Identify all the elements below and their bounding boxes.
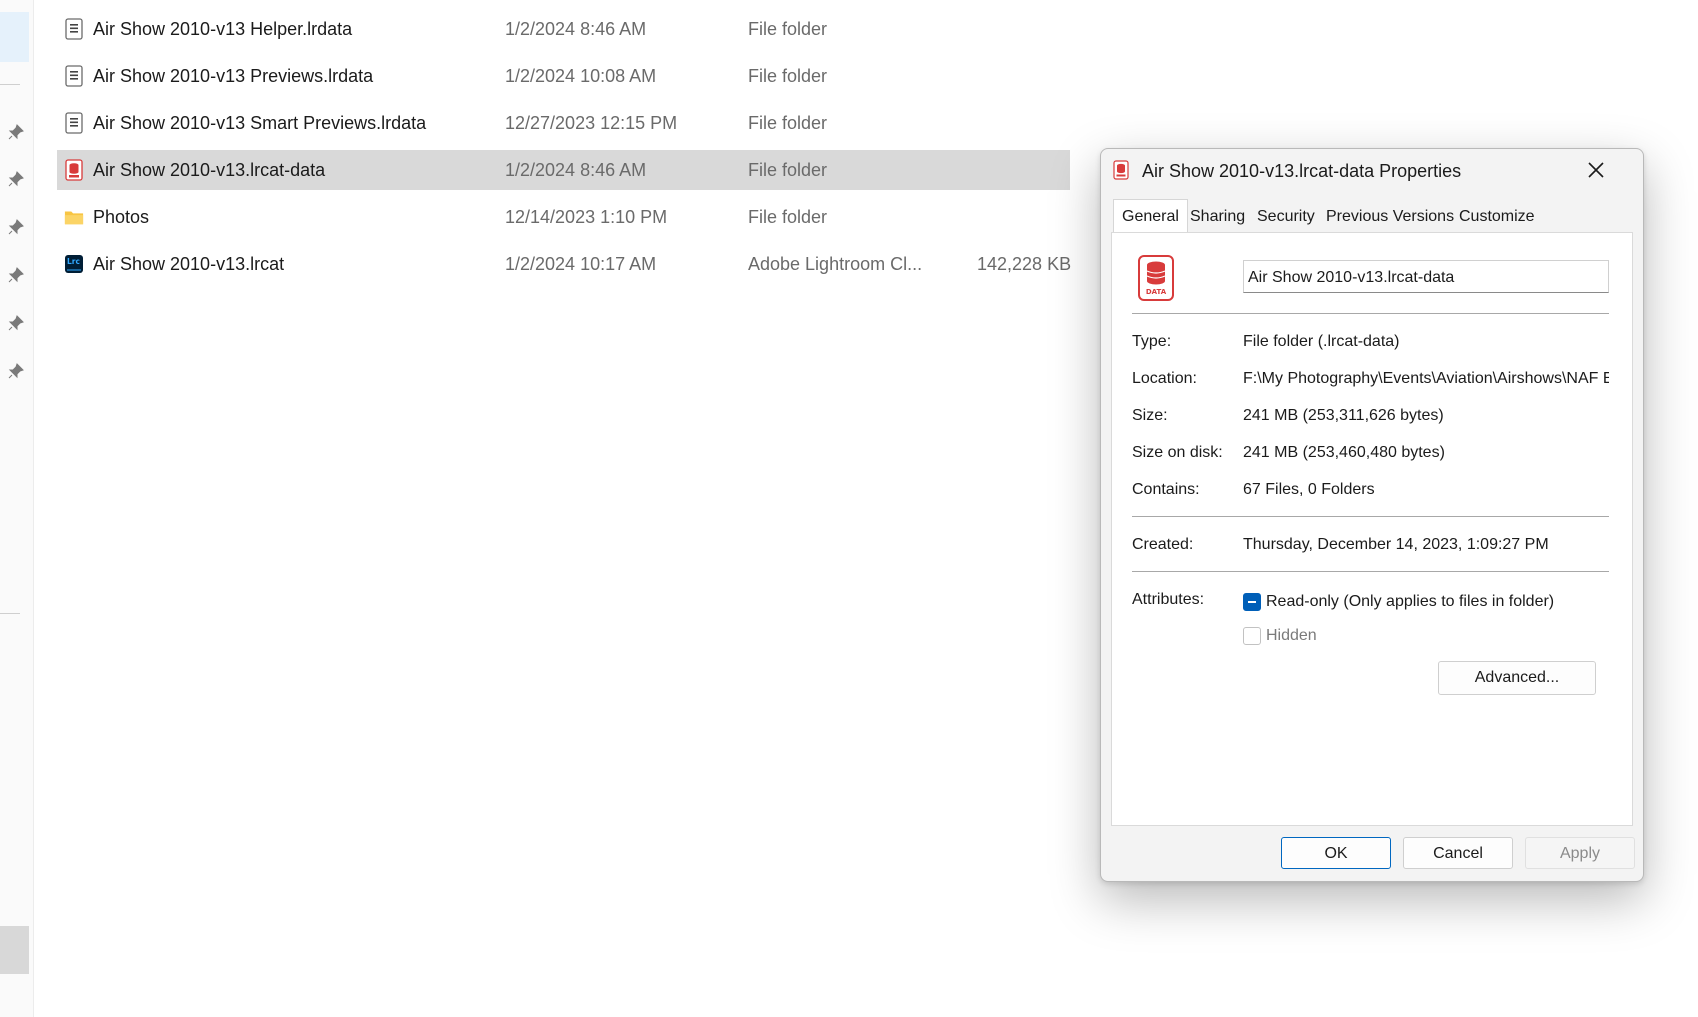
general-panel: DATA Air Show 2010-v13.lrcat-data Type: … [1111, 232, 1633, 826]
data-icon [65, 159, 83, 181]
file-type: File folder [748, 19, 828, 39]
contains-label: Contains: [1132, 481, 1200, 498]
file-row[interactable]: Air Show 2010-v13 Smart Previews.lrdata … [57, 103, 1070, 143]
file-date: 12/14/2023 1:10 PM [505, 207, 668, 227]
nav-divider [0, 84, 20, 85]
tab-previous-versions[interactable]: Previous Versions [1318, 202, 1462, 232]
size-label: Size: [1132, 407, 1168, 424]
file-name: Air Show 2010-v13.lrcat [93, 254, 285, 274]
file-name: Air Show 2010-v13.lrcat-data [93, 160, 326, 180]
file-type: File folder [748, 207, 828, 227]
readonly-label[interactable]: Read-only (Only applies to files in fold… [1266, 593, 1554, 611]
file-name: Air Show 2010-v13 Helper.lrdata [93, 19, 353, 39]
folder-name-field[interactable]: Air Show 2010-v13.lrcat-data [1243, 260, 1609, 293]
size-value: 241 MB (253,311,626 bytes) [1243, 407, 1444, 424]
file-row[interactable]: Air Show 2010-v13 Helper.lrdata 1/2/2024… [57, 9, 1070, 49]
navigation-pane [0, 0, 34, 1017]
file-date: 1/2/2024 10:08 AM [505, 66, 657, 86]
file-row-selected[interactable]: Air Show 2010-v13.lrcat-data 1/2/2024 8:… [57, 150, 1070, 190]
type-value: File folder (.lrcat-data) [1243, 333, 1400, 350]
close-icon[interactable] [1585, 159, 1607, 181]
file-name: Air Show 2010-v13 Smart Previews.lrdata [93, 113, 427, 133]
file-date: 1/2/2024 10:17 AM [505, 254, 657, 274]
pin-icon[interactable] [8, 267, 24, 283]
lightroom-icon: Lrc [65, 255, 83, 273]
location-value: F:\My Photography\Events\Aviation\Airsho… [1243, 370, 1609, 387]
pin-icon[interactable] [8, 171, 24, 187]
file-type: File folder [748, 160, 828, 180]
divider [1132, 313, 1609, 314]
created-value: Thursday, December 14, 2023, 1:09:27 PM [1243, 536, 1549, 553]
created-label: Created: [1132, 536, 1194, 553]
nav-divider [0, 613, 20, 614]
file-row[interactable]: Photos 12/14/2023 1:10 PM File folder [57, 197, 1070, 237]
file-date: 1/2/2024 8:46 AM [505, 19, 647, 39]
tab-customize[interactable]: Customize [1451, 202, 1543, 232]
file-size: 142,228 KB [977, 254, 1072, 274]
advanced-button[interactable]: Advanced... [1438, 661, 1596, 695]
size-on-disk-label: Size on disk: [1132, 444, 1223, 461]
location-label: Location: [1132, 370, 1197, 387]
data-icon: DATA [1138, 255, 1174, 301]
folder-icon [64, 211, 84, 225]
attributes-label: Attributes: [1132, 591, 1205, 608]
file-row[interactable]: Air Show 2010-v13 Previews.lrdata 1/2/20… [57, 56, 1070, 96]
nav-selected-item[interactable] [0, 12, 29, 62]
svg-text:Lrc: Lrc [67, 257, 80, 266]
tab-security[interactable]: Security [1249, 202, 1323, 232]
svg-text:DATA: DATA [1146, 288, 1167, 296]
tab-strip: General Sharing Security Previous Versio… [1111, 199, 1631, 233]
hidden-checkbox[interactable] [1243, 627, 1261, 645]
file-date: 1/2/2024 8:46 AM [505, 160, 647, 180]
readonly-checkbox[interactable] [1243, 593, 1261, 611]
dialog-title: Air Show 2010-v13.lrcat-data Properties [1142, 161, 1462, 181]
lrdata-icon [65, 112, 83, 134]
divider [1132, 571, 1609, 572]
file-date: 12/27/2023 12:15 PM [505, 113, 678, 133]
pin-icon[interactable] [8, 219, 24, 235]
tab-general[interactable]: General [1113, 199, 1188, 233]
file-name: Air Show 2010-v13 Previews.lrdata [93, 66, 374, 86]
file-type: Adobe Lightroom Cl... [748, 254, 923, 274]
pin-icon[interactable] [8, 315, 24, 331]
data-icon [1113, 160, 1129, 180]
tab-sharing[interactable]: Sharing [1182, 202, 1253, 232]
file-type: File folder [748, 113, 828, 133]
type-label: Type: [1132, 333, 1172, 350]
hidden-label[interactable]: Hidden [1266, 627, 1317, 645]
divider [1132, 516, 1609, 517]
pin-icon[interactable] [8, 124, 24, 140]
nav-scroll-thumb[interactable] [0, 926, 29, 974]
contains-value: 67 Files, 0 Folders [1243, 481, 1375, 498]
file-type: File folder [748, 66, 828, 86]
lrdata-icon [65, 18, 83, 40]
file-name: Photos [93, 207, 150, 227]
lrdata-icon [65, 65, 83, 87]
apply-button[interactable]: Apply [1525, 837, 1635, 869]
file-row[interactable]: Lrc Air Show 2010-v13.lrcat 1/2/2024 10:… [57, 244, 1072, 284]
properties-dialog: Air Show 2010-v13.lrcat-data Properties … [1100, 148, 1644, 882]
pin-icon[interactable] [8, 363, 24, 379]
ok-button[interactable]: OK [1281, 837, 1391, 869]
size-on-disk-value: 241 MB (253,460,480 bytes) [1243, 444, 1445, 461]
cancel-button[interactable]: Cancel [1403, 837, 1513, 869]
